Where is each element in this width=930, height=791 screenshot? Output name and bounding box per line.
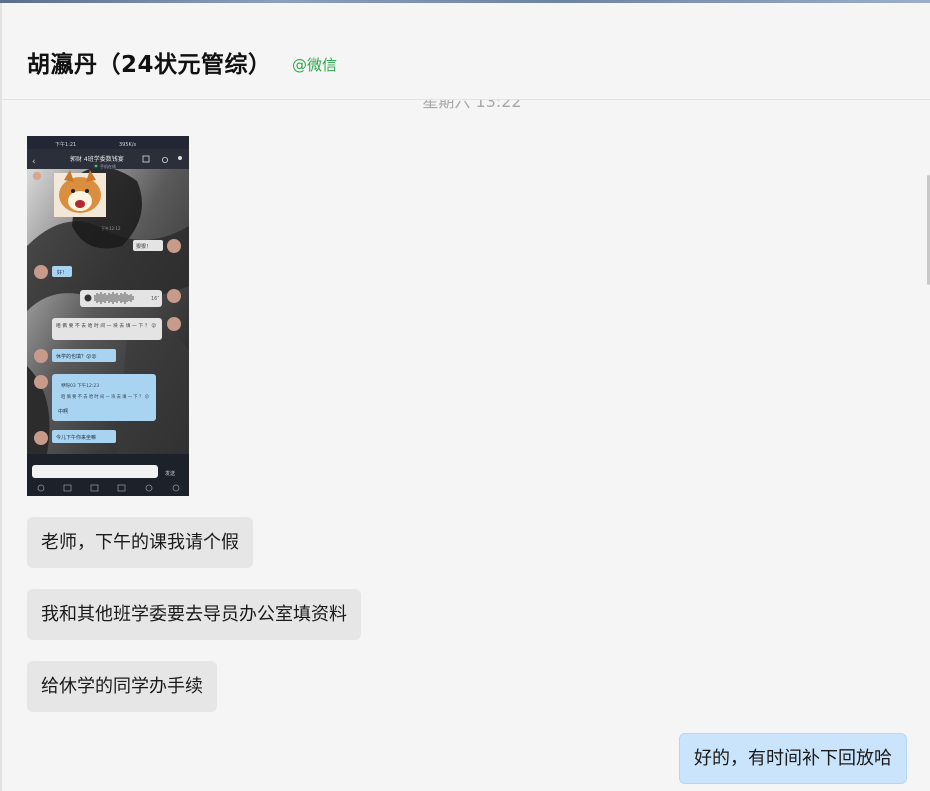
message-bubble-incoming[interactable]: 老师，下午的课我请个假	[27, 517, 253, 568]
contact-name[interactable]: 胡瀛丹（24状元管综）	[27, 45, 272, 79]
chat-header: 胡瀛丹（24状元管综） @微信	[2, 3, 930, 100]
inner-voice-duration: 16″	[151, 296, 159, 302]
inner-text-8: 今儿下午你来坐嘛	[56, 434, 96, 441]
message-bubble-incoming[interactable]: 我和其他班学委要去导员办公室填资料	[27, 589, 361, 640]
inner-status-right: 395K/s	[119, 142, 137, 148]
inner-chat-title: 郭财 4班学委数钱宴	[70, 155, 124, 163]
contact-source-tag: @微信	[292, 56, 338, 74]
inner-send-button: 发送	[165, 470, 175, 477]
message-bubble-incoming[interactable]: 给休学的同学办手续	[27, 661, 217, 712]
inner-text-4: 咱俩要不去哈时间一块去填一下？😮	[56, 322, 156, 329]
inner-back-icon: ‹	[32, 157, 36, 167]
inner-quote: 咿呀03 下午12:23	[61, 382, 99, 389]
message-bubble-outgoing[interactable]: 好的，有时间补下回放哈	[679, 733, 907, 784]
inner-text-2: 好！	[57, 269, 67, 276]
inner-profile-icon	[178, 156, 182, 160]
left-divider	[0, 3, 2, 791]
inner-online-dot	[94, 164, 98, 168]
inner-text-6: 咱俩要不去哈时间一块去填一下？😮	[61, 393, 149, 400]
inner-input-field	[32, 465, 158, 478]
inner-status-time: 下午1:21	[55, 141, 76, 148]
inner-text-5: 休学的也填？😮😮	[56, 353, 96, 360]
inner-text-7: 中啊	[58, 408, 68, 415]
inner-time-divider: 下午12:12	[101, 225, 121, 231]
inner-chat-subtitle: 手机在线	[100, 163, 116, 169]
embedded-chat-screenshot: 下午1:21 395K/s ‹ 郭财 4班学委数钱宴 手机在线 下午12:12 …	[27, 136, 189, 496]
inner-text-1: 狠狠！	[136, 243, 151, 250]
image-message[interactable]: 下午1:21 395K/s ‹ 郭财 4班学委数钱宴 手机在线 下午12:12 …	[27, 136, 189, 496]
